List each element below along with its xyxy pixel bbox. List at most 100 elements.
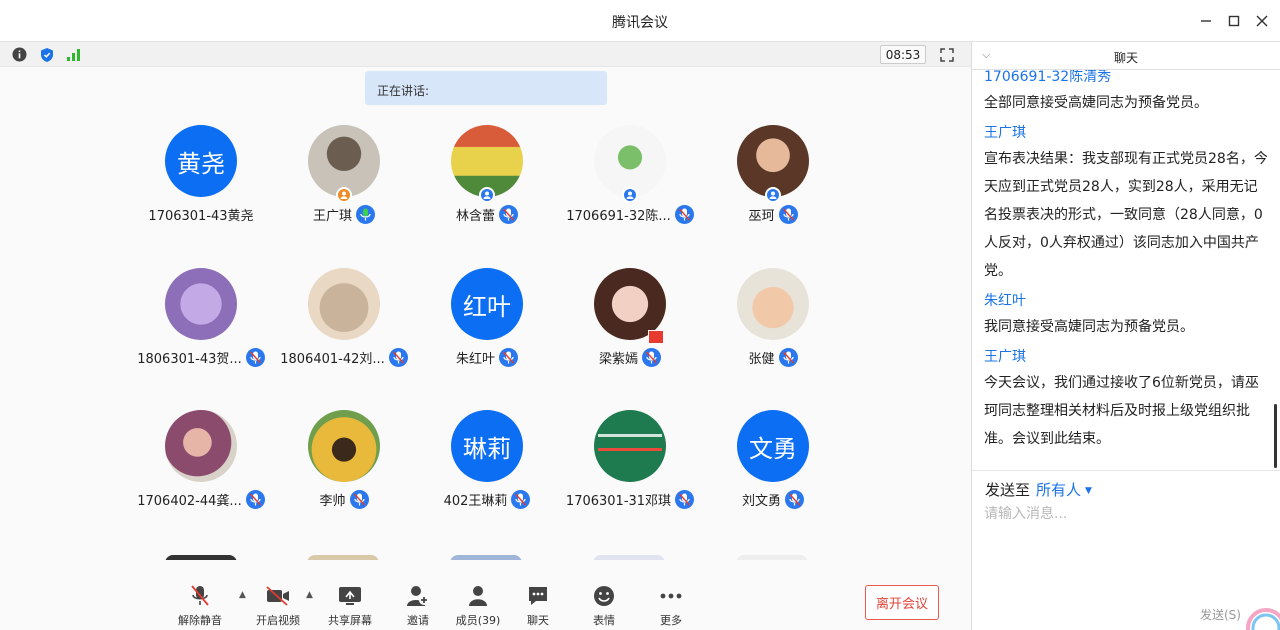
video-options-caret-icon[interactable]: ▲: [306, 590, 316, 600]
participant-tile[interactable]: 1706402-44龚...: [130, 410, 272, 510]
participant-name-row: 王广琪: [273, 203, 415, 225]
avatar-initials: 文勇: [749, 434, 797, 463]
avatar-initials: 琳莉: [463, 434, 511, 463]
send-to-selector[interactable]: 发送至 所有人 ▼: [985, 479, 1092, 500]
user-badge-icon: [479, 187, 495, 203]
participant-tile[interactable]: 巫珂: [702, 125, 844, 225]
chat-message-text: 全部同意接受高婕同志为预备党员。: [984, 95, 1208, 111]
chat-scrollbar[interactable]: [1274, 404, 1277, 468]
participant-name: 402王琳莉: [443, 493, 508, 509]
emoji-label: 表情: [593, 614, 615, 627]
meeting-timer: 08:53: [880, 45, 926, 64]
avatar-initials: 红叶: [463, 292, 511, 321]
participant-name-row: 1806301-43贺...: [130, 346, 272, 368]
participant-tile[interactable]: 林含蕾: [416, 125, 558, 225]
mic-muted-icon: [245, 489, 265, 509]
leave-meeting-button[interactable]: 离开会议: [865, 585, 939, 620]
chat-input[interactable]: [984, 504, 1269, 524]
close-icon[interactable]: [1252, 11, 1272, 31]
minimize-icon[interactable]: [1196, 11, 1216, 31]
share-screen-button[interactable]: 共享屏幕: [318, 584, 382, 628]
avatar: [165, 410, 237, 482]
unmute-label: 解除静音: [178, 614, 222, 627]
members-icon: [446, 584, 510, 608]
participant-name: 林含蕾: [455, 208, 495, 224]
participant-tile[interactable]: 琳莉 402王琳莉: [416, 410, 558, 510]
floating-assistant-icon[interactable]: [1240, 604, 1280, 630]
participant-tile[interactable]: 1706301-31邓琪: [559, 410, 701, 510]
participant-tile[interactable]: 王广琪: [273, 125, 415, 225]
chat-header: ⌵ 聊天: [972, 42, 1280, 70]
avatar: [594, 125, 666, 203]
maximize-icon[interactable]: [1224, 11, 1244, 31]
window-title: 腾讯会议: [612, 15, 668, 31]
invite-button[interactable]: 邀请: [386, 584, 450, 628]
participant-name: 1706301-31邓琪: [565, 493, 672, 509]
shield-icon[interactable]: [38, 46, 55, 63]
participant-name: 梁紫嫣: [598, 351, 638, 367]
avatar: [165, 268, 237, 340]
send-to-target[interactable]: 所有人: [1036, 481, 1081, 499]
avatar: 琳莉: [451, 410, 523, 482]
chat-compose: 发送至所有人 ▼ 发送(S): [972, 470, 1280, 630]
mic-muted-icon: [245, 347, 265, 367]
start-video-button[interactable]: 开启视频: [246, 584, 310, 628]
members-button[interactable]: 成员(39): [446, 584, 510, 628]
participant-tile[interactable]: 红叶 朱红叶: [416, 268, 558, 368]
participant-name: 王广琪: [312, 208, 352, 224]
user-badge-icon: [765, 187, 781, 203]
chat-messages: 1706691-32陈清秀 全部同意接受高婕同志为预备党员。 王广琪 宣布表决结…: [972, 70, 1280, 470]
participant-tile[interactable]: 李帅: [273, 410, 415, 510]
participant-name: 李帅: [319, 493, 346, 509]
avatar: 文勇: [737, 410, 809, 482]
avatar-initials: 黄尧: [177, 149, 225, 178]
participant-name: 1806401-42刘...: [280, 351, 385, 367]
video-gallery: 正在讲话: 黄尧 1706301-43黄尧 王广琪 林含蕾 1706691-32陈...…: [0, 67, 971, 560]
participant-tile[interactable]: 黄尧 1706301-43黄尧: [130, 125, 272, 225]
more-button[interactable]: 更多: [639, 584, 703, 628]
participant-name-row: 巫珂: [702, 203, 844, 225]
members-label: 成员(39): [455, 614, 501, 627]
avatar-photo: [308, 410, 380, 482]
meeting-toolbar: 解除静音 ▲ 开启视频 ▲ 共享屏幕 邀请 成员(39) 聊天 表情 更多 离开…: [0, 560, 971, 630]
unmute-button[interactable]: 解除静音: [168, 584, 232, 628]
mic-muted-icon: [675, 489, 695, 509]
participant-tile[interactable]: 张健: [702, 268, 844, 368]
mic-active-icon: [356, 204, 375, 224]
avatar-photo: [165, 268, 237, 340]
chat-message-text: 我同意接受高婕同志为预备党员。: [984, 319, 1194, 335]
share-screen-label: 共享屏幕: [328, 614, 372, 627]
mic-muted-icon: [778, 347, 798, 367]
invite-icon: [386, 584, 450, 608]
meeting-info-bar: 08:53: [0, 42, 971, 67]
info-icon[interactable]: [11, 46, 28, 63]
mic-muted-icon: [674, 204, 694, 224]
emoji-button[interactable]: 表情: [572, 584, 636, 628]
mic-muted-icon: [499, 347, 518, 367]
mic-muted-icon: [778, 204, 798, 224]
participant-name-row: 402王琳莉: [416, 488, 558, 510]
participant-name-row: 1706301-31邓琪: [559, 488, 701, 510]
send-button[interactable]: 发送(S): [1200, 606, 1241, 623]
dropdown-caret-icon[interactable]: ▼: [1085, 486, 1092, 496]
participant-tile[interactable]: 梁紫嫣: [559, 268, 701, 368]
flag-icon: [648, 330, 664, 344]
chat-sender: 朱红叶: [984, 293, 1026, 309]
participant-tile[interactable]: 文勇刘文勇: [702, 410, 844, 510]
participant-name: 刘文勇: [741, 493, 781, 509]
participant-tile[interactable]: 1806301-43贺...: [130, 268, 272, 368]
fullscreen-icon[interactable]: [938, 46, 955, 63]
mic-muted-icon: [785, 489, 804, 509]
participant-name-row: 刘文勇: [702, 488, 844, 510]
avatar: [594, 268, 666, 344]
participant-tile[interactable]: 1806401-42刘...: [273, 268, 415, 368]
chat-button[interactable]: 聊天: [506, 584, 570, 628]
participant-name-row: 1706301-43黄尧: [130, 203, 272, 225]
chat-icon: [506, 584, 570, 608]
avatar: [308, 268, 380, 340]
mic-off-icon: [168, 584, 232, 608]
signal-icon[interactable]: [65, 46, 82, 63]
chat-message-text: 今天会议，我们通过接收了6位新党员，请巫珂同志整理相关材料后及时报上级党组织批准…: [984, 375, 1259, 447]
participant-tile[interactable]: 1706691-32陈...: [559, 125, 701, 225]
avatar: [737, 268, 809, 340]
